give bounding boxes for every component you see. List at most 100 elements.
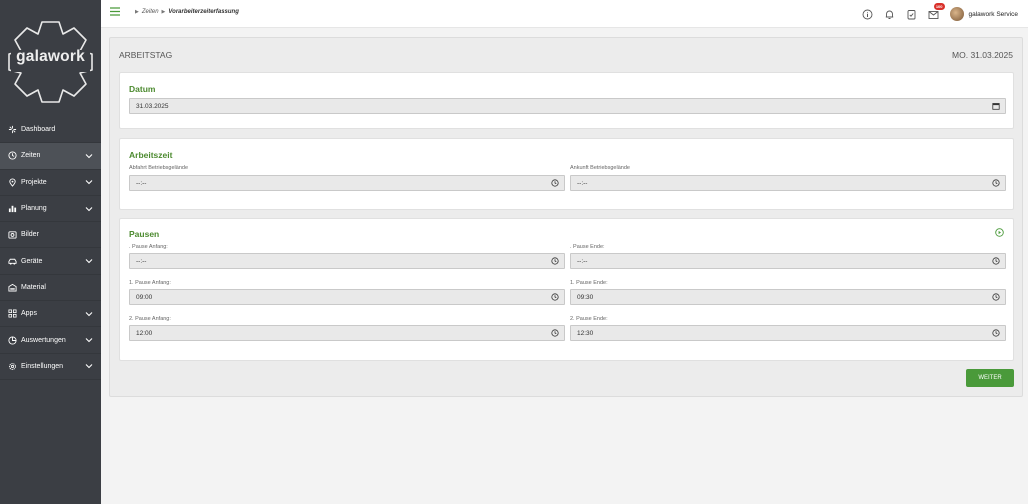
abfahrt-label: Abfahrt Betriebsgelände xyxy=(129,165,189,171)
breadcrumb-current: Vorarbeiterzeiterfassung xyxy=(168,9,239,15)
analytics-icon xyxy=(6,334,18,346)
arbeitstag-card: ARBEITSTAG MO. 31.03.2025 Datum 31.03.20… xyxy=(109,37,1023,397)
breadcrumb-item[interactable]: Zeiten xyxy=(142,9,159,15)
sidebar-item-label: Auswertungen xyxy=(21,336,66,344)
sidebar-nav: Dashboard Zeiten Projekte Planung Bilder… xyxy=(0,117,101,380)
pause-end-input[interactable]: --:-- xyxy=(570,253,1006,269)
sidebar-item-dashboard[interactable]: Dashboard xyxy=(0,117,101,144)
sidebar-item-label: Einstellungen xyxy=(21,362,64,370)
sidebar-item-bilder[interactable]: Bilder xyxy=(0,222,101,249)
clock-icon[interactable] xyxy=(992,329,1000,337)
clock-icon[interactable] xyxy=(551,179,559,187)
pause-end-input[interactable]: 09:30 xyxy=(570,289,1006,305)
weiter-button[interactable]: WEITER xyxy=(966,369,1014,387)
pause-start-value: 09:00 xyxy=(136,293,153,301)
pause-end-label: . Pause Ende: xyxy=(570,244,605,250)
pause-start-label: . Pause Anfang: xyxy=(129,244,168,250)
topbar-actions: 100 galawork Service xyxy=(862,2,1028,25)
galawork-logo[interactable]: galawork xyxy=(0,12,101,110)
pause-start-input[interactable]: 09:00 xyxy=(129,289,565,305)
section-title: Datum xyxy=(129,84,156,94)
add-pause-play-icon[interactable] xyxy=(995,228,1004,237)
sidebar-item-material[interactable]: Material xyxy=(0,275,101,302)
sidebar-item-projekte[interactable]: Projekte xyxy=(0,170,101,196)
datum-section: Datum 31.03.2025 xyxy=(119,72,1014,129)
mail-icon[interactable]: 100 xyxy=(928,2,945,20)
sidebar-item-label: Apps xyxy=(21,310,37,318)
calendar-icon[interactable] xyxy=(992,102,1000,110)
chevron-down-icon xyxy=(85,259,93,264)
mail-badge: 100 xyxy=(933,2,945,10)
clock-icon xyxy=(6,150,18,162)
ankunft-value: --:-- xyxy=(577,179,588,187)
clock-icon[interactable] xyxy=(992,257,1000,265)
pause-end-label: 1. Pause Ende: xyxy=(570,280,608,286)
chevron-down-icon xyxy=(85,206,93,211)
breadcrumb: ▶ Zeiten ▶ Vorarbeiterzeiterfassung xyxy=(135,9,239,15)
topbar: ▶ Zeiten ▶ Vorarbeiterzeiterfassung 100 … xyxy=(101,0,1028,28)
card-title: ARBEITSTAG xyxy=(119,50,173,60)
sidebar-item-label: Planung xyxy=(21,205,47,213)
clipboard-check-icon[interactable] xyxy=(906,9,917,20)
pause-end-label: 2. Pause Ende: xyxy=(570,316,608,322)
pause-start-input[interactable]: 12:00 xyxy=(129,325,565,341)
ankunft-label: Ankunft Betriebsgelände xyxy=(570,165,630,171)
chevron-down-icon xyxy=(85,338,93,343)
breadcrumb-separator-icon: ▶ xyxy=(135,9,139,15)
chevron-down-icon xyxy=(85,364,93,369)
pause-end-value: --:-- xyxy=(577,257,588,265)
sidebar: galawork Dashboard Zeiten Projekte Planu… xyxy=(0,0,101,504)
sidebar-item-label: Material xyxy=(21,283,46,291)
card-date: MO. 31.03.2025 xyxy=(952,50,1013,60)
pause-start-value: --:-- xyxy=(136,257,147,265)
camera-icon xyxy=(6,229,18,241)
section-title: Pausen xyxy=(129,229,160,239)
pause-start-value: 12:00 xyxy=(136,329,153,337)
sidebar-item-planung[interactable]: Planung xyxy=(0,196,101,223)
date-input[interactable]: 31.03.2025 xyxy=(129,98,1006,114)
hamburger-menu-icon[interactable] xyxy=(110,7,120,16)
pause-start-input[interactable]: --:-- xyxy=(129,253,565,269)
breadcrumb-separator-icon: ▶ xyxy=(161,9,166,15)
abfahrt-time-input[interactable]: --:-- xyxy=(129,175,565,191)
sidebar-item-label: Bilder xyxy=(21,231,39,239)
pausen-section: Pausen . Pause Anfang: --:-- . Pause End… xyxy=(119,218,1014,361)
ankunft-time-input[interactable]: --:-- xyxy=(570,175,1006,191)
bell-icon[interactable] xyxy=(884,9,895,20)
clock-icon[interactable] xyxy=(551,329,559,337)
clock-icon[interactable] xyxy=(551,257,559,265)
dashboard-icon xyxy=(6,124,18,136)
clock-icon[interactable] xyxy=(551,293,559,301)
abfahrt-value: --:-- xyxy=(136,179,147,187)
brand-name: galawork xyxy=(16,48,85,65)
vehicle-icon xyxy=(6,255,18,267)
sidebar-item-label: Dashboard xyxy=(21,126,56,134)
chevron-down-icon xyxy=(85,311,93,316)
sidebar-item-auswertungen[interactable]: Auswertungen xyxy=(0,327,101,354)
pause-end-input[interactable]: 12:30 xyxy=(570,325,1006,341)
sidebar-item-geraete[interactable]: Geräte xyxy=(0,248,101,275)
pause-start-label: 1. Pause Anfang: xyxy=(129,280,171,286)
section-title: Arbeitszeit xyxy=(129,150,173,160)
info-icon[interactable] xyxy=(862,9,873,20)
sidebar-item-zeiten[interactable]: Zeiten xyxy=(0,143,101,170)
chevron-down-icon xyxy=(85,154,93,159)
pause-end-value: 12:30 xyxy=(577,329,594,337)
bar-chart-icon xyxy=(6,203,18,215)
inventory-icon xyxy=(6,281,18,293)
clock-icon[interactable] xyxy=(992,179,1000,187)
sidebar-item-apps[interactable]: Apps xyxy=(0,301,101,328)
chevron-down-icon xyxy=(85,180,93,185)
clock-icon[interactable] xyxy=(992,293,1000,301)
sidebar-item-einstellungen[interactable]: Einstellungen xyxy=(0,354,101,380)
user-name[interactable]: galawork Service xyxy=(969,11,1019,18)
grid-icon xyxy=(6,308,18,320)
pause-start-label: 2. Pause Anfang: xyxy=(129,316,171,322)
pause-end-value: 09:30 xyxy=(577,293,594,301)
sidebar-item-label: Projekte xyxy=(21,178,47,186)
date-value: 31.03.2025 xyxy=(136,102,169,110)
sidebar-item-label: Zeiten xyxy=(21,152,41,160)
location-pin-icon xyxy=(6,176,18,188)
arbeitszeit-section: Arbeitszeit Abfahrt Betriebsgelände --:-… xyxy=(119,138,1014,210)
avatar[interactable] xyxy=(949,7,964,21)
